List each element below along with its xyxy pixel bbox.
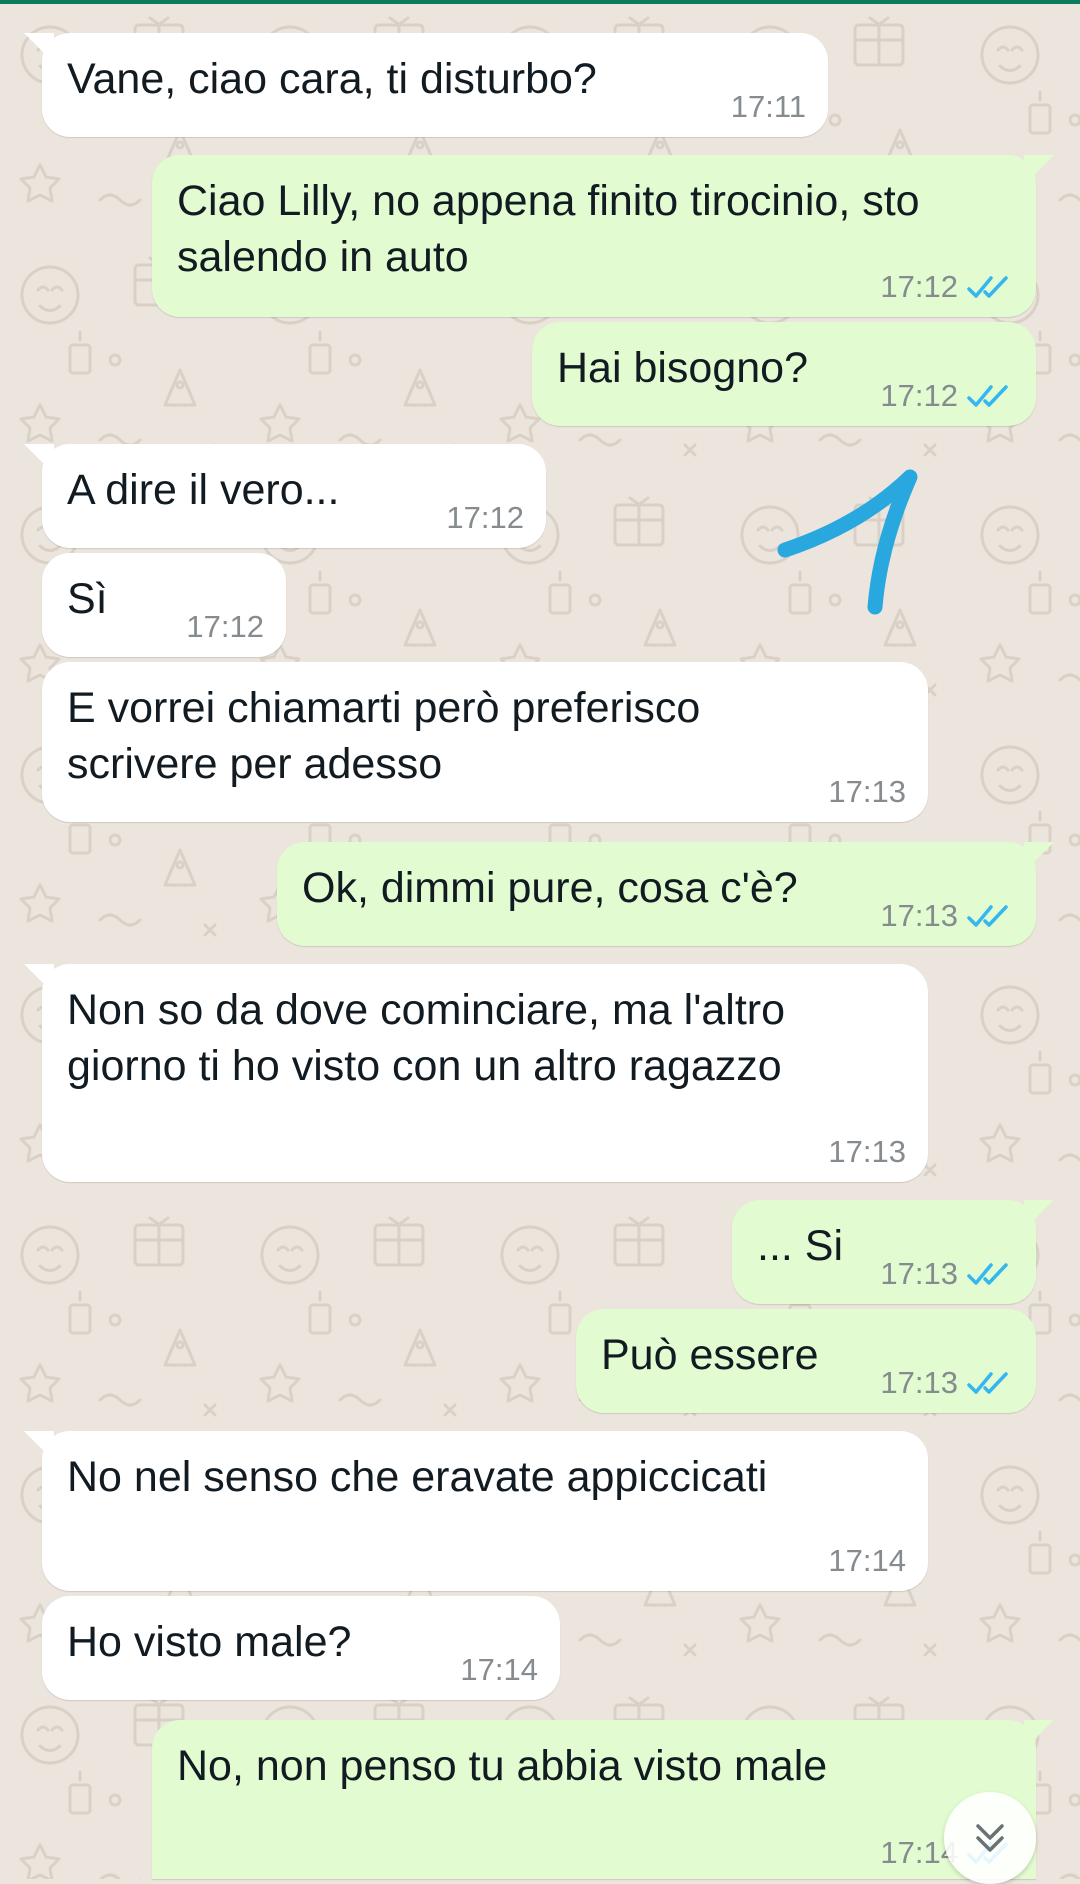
outgoing-message[interactable]: Può essere 17:13	[576, 1309, 1036, 1413]
incoming-message[interactable]: Non so da dove cominciare, ma l'altro gi…	[24, 964, 928, 1182]
message-meta: 17:12	[880, 378, 1014, 414]
message-meta: 17:11	[731, 89, 806, 125]
message-meta: 17:13	[828, 774, 906, 810]
bubble-tail	[1024, 1200, 1054, 1230]
chevron-double-down-icon	[976, 1824, 1004, 1852]
message-text: No nel senso che eravate appiccicati	[67, 1453, 768, 1501]
message-time: 17:12	[186, 609, 264, 644]
message-time: 17:13	[828, 1134, 906, 1169]
message-meta: 17:13	[880, 898, 1014, 934]
bubble-tail	[1024, 842, 1054, 872]
message-meta: 17:14	[828, 1543, 906, 1579]
outgoing-message[interactable]: Ok, dimmi pure, cosa c'è? 17:13	[277, 842, 1054, 946]
message-meta: 17:14	[460, 1652, 538, 1688]
double-check-icon	[967, 385, 1008, 407]
outgoing-message[interactable]: Ciao Lilly, no appena finito tirocinio, …	[152, 155, 1054, 317]
message-time: 17:13	[828, 774, 906, 809]
incoming-message[interactable]: Ho visto male? 17:14	[42, 1596, 560, 1700]
bubble-tail	[24, 964, 54, 994]
chat-thread[interactable]: Vane, ciao cara, ti disturbo? 17:11 Ciao…	[0, 0, 1080, 1879]
outgoing-message[interactable]: ... Si 17:13	[732, 1200, 1054, 1304]
message-text: Vane, ciao cara, ti disturbo?	[67, 55, 597, 103]
scroll-to-bottom-button[interactable]	[944, 1792, 1036, 1884]
message-meta: 17:12	[186, 609, 264, 645]
message-text: Ciao Lilly, no appena finito tirocinio, …	[177, 177, 920, 281]
message-text: No, non penso tu abbia visto male	[177, 1742, 828, 1790]
message-time: 17:11	[730, 89, 806, 124]
message-text: Sì	[67, 575, 108, 623]
message-time: 17:13	[880, 1365, 958, 1400]
message-text: Ho visto male?	[67, 1618, 352, 1666]
message-time: 17:14	[828, 1543, 906, 1578]
incoming-message[interactable]: Sì 17:12	[42, 553, 286, 657]
message-text: E vorrei chiamarti però preferisco scriv…	[67, 684, 701, 788]
message-meta: 17:13	[880, 1256, 1014, 1292]
incoming-message[interactable]: E vorrei chiamarti però preferisco scriv…	[42, 662, 928, 822]
incoming-message[interactable]: A dire il vero... 17:12	[24, 444, 546, 548]
incoming-message[interactable]: No nel senso che eravate appiccicati 17:…	[24, 1431, 928, 1591]
message-text: ... Si	[757, 1222, 844, 1270]
double-check-icon	[967, 276, 1008, 298]
bubble-tail	[1024, 155, 1054, 185]
message-time: 17:14	[460, 1652, 538, 1687]
message-time: 17:12	[880, 269, 958, 304]
double-check-icon	[967, 1263, 1008, 1285]
incoming-message[interactable]: Vane, ciao cara, ti disturbo? 17:11	[24, 33, 828, 137]
bubble-tail	[24, 33, 54, 63]
message-meta: 17:12	[446, 500, 524, 536]
outgoing-message[interactable]: No, non penso tu abbia visto male 17:14	[152, 1720, 1054, 1879]
message-time: 17:13	[880, 898, 958, 933]
message-text: Non so da dove cominciare, ma l'altro gi…	[67, 986, 786, 1090]
bubble-tail	[1024, 1720, 1054, 1750]
message-meta: 17:13	[880, 1365, 1014, 1401]
message-text: Può essere	[601, 1331, 819, 1379]
double-check-icon	[967, 1372, 1008, 1394]
message-time: 17:13	[880, 1256, 958, 1291]
double-check-icon	[967, 905, 1008, 927]
message-text: Hai bisogno?	[557, 344, 809, 392]
message-time: 17:12	[446, 500, 524, 535]
outgoing-message[interactable]: Hai bisogno? 17:12	[532, 322, 1036, 426]
message-meta: 17:13	[828, 1134, 906, 1170]
bubble-tail	[24, 444, 54, 474]
message-time: 17:12	[880, 378, 958, 413]
hand-drawn-arrow-annotation	[777, 469, 918, 615]
message-text: Ok, dimmi pure, cosa c'è?	[302, 864, 798, 912]
message-text: A dire il vero...	[67, 466, 340, 514]
bubble-tail	[24, 1431, 54, 1461]
message-meta: 17:12	[880, 269, 1014, 305]
